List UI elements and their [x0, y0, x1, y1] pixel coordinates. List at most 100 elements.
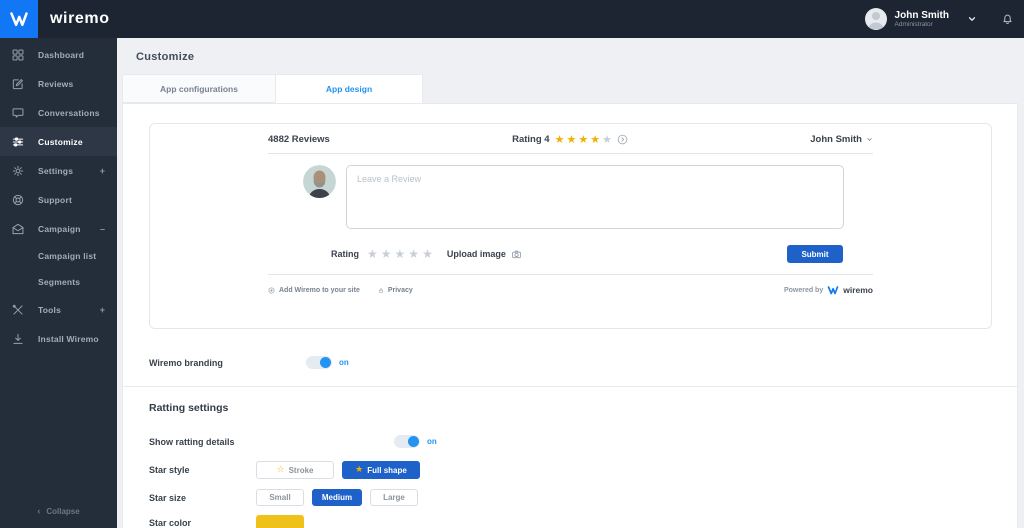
star-icon[interactable]: ★ — [381, 248, 392, 260]
user-menu-chevron-down-icon[interactable] — [967, 14, 977, 24]
wiremo-branding-row: Wiremo branding on — [149, 356, 1017, 369]
upload-image-label[interactable]: Upload image — [447, 249, 506, 259]
notifications-bell-icon[interactable] — [1001, 13, 1014, 26]
star-icon: ★ — [578, 133, 589, 146]
expand-plus-icon[interactable]: + — [100, 305, 105, 315]
star-size-label: Star size — [149, 492, 187, 503]
sidebar-item-tools[interactable]: Tools + — [0, 295, 117, 324]
support-lifering-icon — [11, 193, 25, 207]
sidebar-item-campaign-list[interactable]: Campaign list — [0, 243, 117, 269]
sidebar-item-settings[interactable]: Settings + — [0, 156, 117, 185]
user-role: Administrator — [894, 21, 933, 29]
reviewer-dropdown[interactable]: John Smith — [810, 134, 873, 145]
app-design-panel: 4882 Reviews Rating 4 ★ ★ ★ ★ ★ John Smith — [122, 103, 1018, 528]
user-avatar[interactable] — [864, 8, 887, 30]
download-icon — [11, 332, 25, 346]
wiremo-logo-box[interactable] — [0, 0, 38, 38]
star-size-medium-button[interactable]: Medium — [312, 489, 362, 506]
settings-gear-icon — [11, 164, 25, 178]
add-wiremo-link[interactable]: Add Wiremo to your site — [268, 287, 360, 294]
star-icon: ★ — [355, 464, 364, 475]
conversations-chat-icon — [11, 106, 25, 120]
sidebar-item-reviews[interactable]: Reviews — [0, 69, 117, 98]
form-rating-label: Rating — [331, 249, 359, 259]
show-ratting-details-state: on — [427, 437, 437, 446]
sidebar-item-customize[interactable]: Customize — [0, 127, 117, 156]
star-size-options: Small Medium Large — [256, 489, 418, 506]
star-size-large-button[interactable]: Large — [370, 489, 418, 506]
sidebar-item-conversations[interactable]: Conversations — [0, 98, 117, 127]
wiremo-branding-state: on — [339, 358, 349, 367]
sidebar-item-dashboard[interactable]: Dashboard — [0, 40, 117, 69]
star-style-label: Star style — [149, 465, 190, 475]
sidebar-item-segments[interactable]: Segments — [0, 269, 117, 295]
customize-sliders-icon — [11, 135, 25, 149]
star-color-row: Star color — [149, 515, 1017, 528]
star-style-full-shape-button[interactable]: ★ Full shape — [342, 461, 420, 479]
review-form — [303, 165, 873, 229]
star-color-swatch[interactable] — [256, 515, 304, 528]
show-ratting-details-label: Show ratting details — [149, 436, 235, 447]
wiremo-branding-label: Wiremo branding — [149, 357, 223, 368]
sidebar: Dashboard Reviews Conversations Customize Se… — [0, 38, 117, 528]
reviews-count: 4882 Reviews — [268, 134, 330, 145]
collapse-minus-icon[interactable]: – — [100, 224, 105, 234]
form-rating-stars[interactable]: ★ ★ ★ ★ ★ — [367, 248, 433, 260]
page-title: Customize — [136, 51, 195, 63]
powered-by-wiremo[interactable]: Powered by wiremo — [784, 284, 873, 296]
brand-logotype: wiremo — [50, 10, 110, 27]
star-size-row: Star size Small Medium Large — [149, 489, 1017, 506]
add-circle-icon — [268, 287, 275, 294]
tab-bar: App configurations App design — [122, 74, 1024, 103]
star-color-label: Star color — [149, 518, 192, 528]
sidebar-collapse-button[interactable]: ‹ Collapse — [0, 506, 117, 516]
star-icon: ☆ — [276, 464, 285, 475]
topbar-user-area: John Smith Administrator — [864, 8, 1014, 30]
show-ratting-details-toggle[interactable] — [394, 435, 420, 448]
chevron-down-icon — [866, 136, 873, 143]
star-icon[interactable]: ★ — [367, 248, 378, 260]
rating-summary: Rating 4 ★ ★ ★ ★ ★ — [512, 134, 628, 145]
camera-icon[interactable] — [511, 249, 522, 260]
star-icon: ★ — [566, 133, 577, 146]
campaign-mail-icon — [11, 222, 25, 236]
wiremo-logo-icon — [9, 9, 29, 29]
user-meta[interactable]: John Smith Administrator — [895, 10, 949, 29]
reviewer-name: John Smith — [810, 134, 862, 145]
widget-header: 4882 Reviews Rating 4 ★ ★ ★ ★ ★ John Smith — [268, 124, 873, 154]
privacy-lock-icon — [378, 287, 384, 294]
user-name: John Smith — [894, 9, 949, 21]
star-icon[interactable]: ★ — [395, 248, 406, 260]
star-size-small-button[interactable]: Small — [256, 489, 304, 506]
tools-icon — [11, 303, 25, 317]
star-icon[interactable]: ★ — [408, 248, 419, 260]
star-icon[interactable]: ★ — [422, 248, 433, 260]
star-icon: ★ — [554, 133, 565, 146]
dashboard-grid-icon — [11, 48, 25, 62]
star-style-row: Star style ☆ Stroke ★ Full shape — [149, 461, 1017, 479]
review-actions-row: Rating ★ ★ ★ ★ ★ Upload image Submit — [331, 245, 843, 263]
review-textarea[interactable] — [346, 165, 844, 229]
next-arrow-icon[interactable] — [617, 134, 628, 145]
sidebar-item-campaign[interactable]: Campaign – — [0, 214, 117, 243]
rating-stars: ★ ★ ★ ★ ★ — [555, 134, 612, 145]
expand-plus-icon[interactable]: + — [100, 166, 105, 176]
topbar: wiremo John Smith Administrator — [0, 0, 1024, 38]
sidebar-nav: Dashboard Reviews Conversations Customize Se… — [0, 38, 117, 353]
wiremo-mark-icon — [827, 284, 839, 296]
tab-app-design[interactable]: App design — [275, 74, 423, 103]
sidebar-item-install-wiremo[interactable]: Install Wiremo — [0, 324, 117, 353]
reviews-edit-icon — [11, 77, 25, 91]
tab-app-configurations[interactable]: App configurations — [122, 74, 275, 103]
show-ratting-details-row: Show ratting details on — [149, 435, 1017, 448]
widget-footer: Add Wiremo to your site Privacy Powered … — [268, 284, 873, 296]
privacy-link[interactable]: Privacy — [378, 287, 413, 294]
widget-footer-divider — [268, 274, 873, 275]
star-style-options: ☆ Stroke ★ Full shape — [256, 461, 420, 479]
star-style-stroke-button[interactable]: ☆ Stroke — [256, 461, 334, 479]
section-divider — [123, 386, 1017, 387]
submit-button[interactable]: Submit — [787, 245, 843, 263]
sidebar-item-support[interactable]: Support — [0, 185, 117, 214]
wiremo-branding-toggle[interactable] — [306, 356, 332, 369]
star-icon: ★ — [590, 133, 601, 146]
